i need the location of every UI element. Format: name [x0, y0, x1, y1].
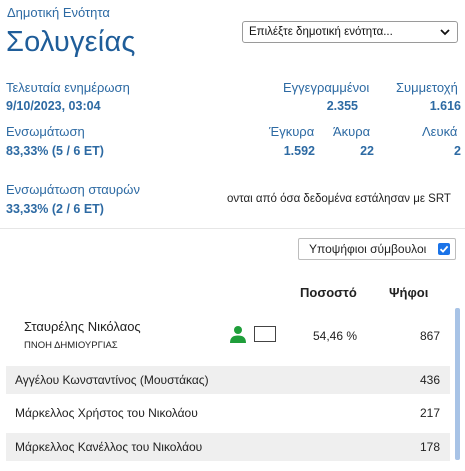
leader-percent: 54,46 %: [313, 329, 358, 343]
valid-value: 1.592: [283, 144, 315, 158]
leader-party: ΠΝΟΗ ΔΗΜΙΟΥΡΓΙΑΣ: [24, 340, 118, 351]
integration-label: Ενσωμάτωση: [6, 124, 85, 139]
leader-row[interactable]: Σταυρέλης Νικόλαος ΠΝΟΗ ΔΗΜΙΟΥΡΓΙΑΣ 54,4…: [6, 312, 450, 360]
candidates-toggle-label: Υποψήφιοι σύμβουλοι: [309, 242, 427, 256]
candidates-checkbox[interactable]: [438, 243, 450, 255]
leader-name: Σταυρέλης Νικόλαος: [24, 319, 141, 334]
table-row[interactable]: Μάρκελλος Κανέλλος του Νικολάου 178: [6, 433, 450, 461]
column-header-percent: Ποσοστό: [300, 285, 357, 300]
last-update-value: 9/10/2023, 03:04: [6, 99, 101, 113]
invalid-label: Άκυρα: [333, 124, 371, 139]
turnout-label: Συμμετοχή: [396, 80, 458, 95]
blank-value: 2: [454, 144, 461, 158]
color-swatch-box: [254, 326, 276, 342]
municipality-select-value: Επιλέξτε δημοτική ενότητα...: [249, 26, 393, 38]
chevron-down-icon: [440, 29, 450, 36]
blank-label: Λευκά: [422, 124, 458, 139]
candidate-votes: 436: [419, 373, 440, 387]
invalid-value: 22: [360, 144, 374, 158]
column-header-votes: Ψήφοι: [389, 285, 429, 300]
municipality-select[interactable]: Επιλέξτε δημοτική ενότητα...: [242, 21, 458, 43]
section-label: Δημοτική Ενότητα: [7, 5, 110, 20]
candidate-name: Αγγέλου Κωνσταντίνος (Μουστάκας): [15, 373, 209, 387]
scrolling-notice: ονται από όσα δεδομένα εστάλησαν με SRT: [227, 193, 451, 205]
registered-value: 2.355: [326, 99, 358, 113]
candidate-name: Μάρκελλος Κανέλλος του Νικολάου: [15, 440, 203, 454]
last-update-label: Τελευταία ενημέρωση: [6, 80, 130, 95]
candidate-votes: 178: [419, 440, 440, 454]
turnout-value: 1.616: [429, 99, 461, 113]
table-row[interactable]: Μάρκελλος Χρήστος του Νικολάου 217: [6, 399, 450, 427]
leader-votes: 867: [419, 329, 440, 343]
integration-value: 83,33% (5 / 6 ΕΤ): [6, 144, 104, 158]
registered-label: Εγγεγραμμένοι: [283, 80, 370, 95]
person-icon: [230, 326, 246, 343]
table-row[interactable]: Αγγέλου Κωνσταντίνος (Μουστάκας) 436: [6, 366, 450, 394]
municipality-name: Σολυγείας: [6, 26, 136, 58]
candidate-name: Μάρκελλος Χρήστος του Νικολάου: [15, 406, 198, 420]
valid-label: Έγκυρα: [269, 124, 315, 139]
candidates-toggle[interactable]: Υποψήφιοι σύμβουλοι: [298, 238, 456, 260]
divider: [0, 228, 465, 229]
scrollbar[interactable]: [455, 308, 460, 460]
checkmark-icon: [439, 245, 449, 253]
cross-integration-label: Ενσωμάτωση σταυρών: [6, 182, 140, 197]
cross-integration-value: 33,33% (2 / 6 ΕΤ): [6, 202, 104, 216]
candidate-votes: 217: [419, 406, 440, 420]
